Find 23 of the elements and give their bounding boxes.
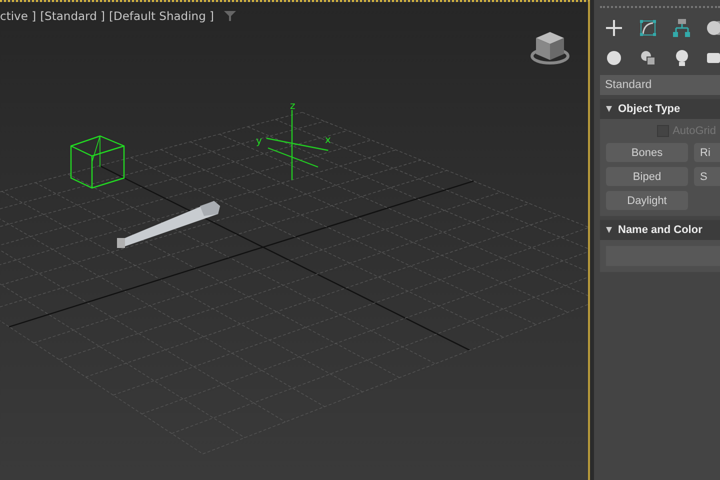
plus-icon[interactable] <box>604 18 624 38</box>
object-type-button[interactable]: Bones <box>606 143 688 162</box>
z-axis-label: z <box>290 101 296 112</box>
object-type-button[interactable]: Daylight <box>606 191 688 210</box>
object-type-button[interactable]: S <box>694 167 720 186</box>
category-dropdown[interactable]: Standard <box>600 75 720 95</box>
hierarchy-icon[interactable] <box>672 18 692 38</box>
sphere-icon[interactable] <box>604 48 624 68</box>
box-wireframe-drawing <box>70 135 125 189</box>
viewport[interactable]: z y x ctive ] [Standard ] [Default Shading ] <box>0 0 590 480</box>
transform-gizmo-drawing <box>266 110 328 180</box>
viewport-label[interactable]: [Standard ] <box>40 9 106 23</box>
object-type-button[interactable]: Ri <box>694 143 720 162</box>
curve-edit-icon[interactable] <box>638 18 658 38</box>
viewport-label[interactable]: [Default Shading ] <box>109 9 214 23</box>
y-axis-label: y <box>256 136 262 147</box>
spheres-icon[interactable] <box>706 18 720 38</box>
rollout-toggle-icon[interactable] <box>606 106 612 112</box>
x-axis-label: x <box>325 135 331 146</box>
viewport-label[interactable]: ctive ] <box>0 9 36 23</box>
filter-icon[interactable] <box>224 10 236 22</box>
object-type-button[interactable]: Biped <box>606 167 688 186</box>
rollout-toggle-icon[interactable] <box>606 227 612 233</box>
